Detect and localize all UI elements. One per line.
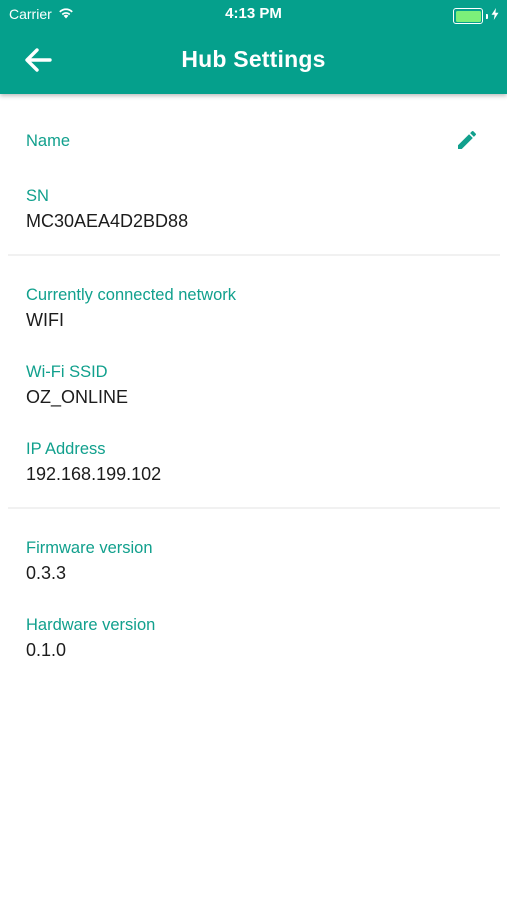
connected-network-value: WIFI [26,310,64,330]
app-header: Carrier 4:13 PM Hub Settings [0,0,507,94]
navigation-bar: Hub Settings [0,28,507,94]
sn-value: MC30AEA4D2BD88 [26,211,189,231]
ip-address-field: IP Address 192.168.199.102 [26,439,161,485]
firmware-version-label: Firmware version [26,539,153,557]
name-field: Name [26,131,70,151]
battery-icon [453,8,483,24]
pencil-icon [458,130,477,149]
wifi-ssid-field: Wi-Fi SSID OZ_ONLINE [26,362,128,408]
status-bar: Carrier 4:13 PM [0,0,507,28]
hub-settings-screen: Carrier 4:13 PM Hub Settings Name SN MC3… [0,0,507,900]
connected-network-label: Currently connected network [26,286,237,304]
status-time: 4:13 PM [225,5,282,22]
firmware-version-value: 0.3.3 [26,563,67,583]
name-label: Name [26,132,71,150]
section-divider [8,507,500,509]
hardware-version-value: 0.1.0 [26,640,67,660]
sn-field: SN MC30AEA4D2BD88 [26,186,188,232]
section-divider [8,254,500,256]
wifi-ssid-value: OZ_ONLINE [26,387,129,407]
charging-bolt-icon [491,7,499,25]
page-title: Hub Settings [181,46,326,72]
wifi-ssid-label: Wi-Fi SSID [26,363,108,381]
edit-name-button[interactable] [453,126,481,154]
hardware-version-field: Hardware version 0.1.0 [26,615,155,661]
firmware-version-field: Firmware version 0.3.3 [26,538,153,584]
connected-network-field: Currently connected network WIFI [26,285,236,331]
ip-address-label: IP Address [26,440,106,458]
ip-address-value: 192.168.199.102 [26,464,162,484]
battery-indicator [453,7,499,25]
sn-label: SN [26,187,49,205]
hardware-version-label: Hardware version [26,616,156,634]
